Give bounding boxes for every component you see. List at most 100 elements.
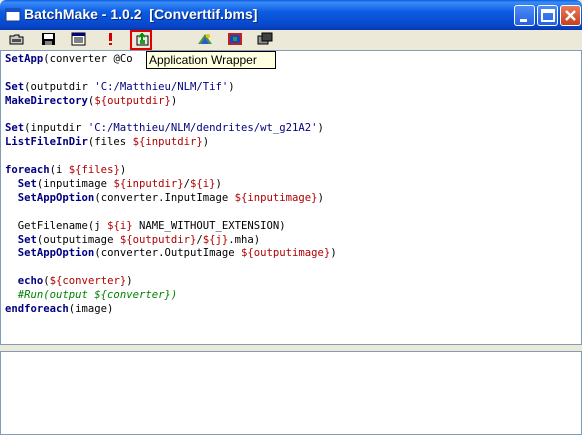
- code-token-var: ${inputdir}: [113, 178, 184, 191]
- code-token-kw: SetAppOption: [17, 191, 95, 204]
- output-text: [1, 352, 581, 356]
- code-token-var: ${i}: [190, 178, 216, 191]
- code-token-var: ${outputimage}: [241, 247, 331, 260]
- code-token-t: (outputdir: [24, 80, 95, 93]
- code-token-str: 'C:/Matthieu/NLM/dendrites/wt_g21A2': [87, 122, 318, 135]
- code-line: SetAppOption(converter.OutputImage ${out…: [5, 247, 337, 261]
- window-title: BatchMake - 1.0.2 [Converttif.bms]: [24, 6, 258, 22]
- code-line: ListFileInDir(files ${inputdir}): [5, 136, 337, 150]
- code-token-kw: Set: [5, 122, 25, 135]
- exclamation-icon: [109, 33, 112, 45]
- minimize-button[interactable]: [514, 5, 535, 26]
- title-bar[interactable]: BatchMake - 1.0.2 [Converttif.bms]: [0, 0, 582, 30]
- window-button[interactable]: [254, 31, 276, 49]
- code-token-t: ): [119, 164, 127, 177]
- open-folder-icon: [9, 34, 24, 45]
- code-token-t: [5, 234, 18, 246]
- script-wizard-button[interactable]: [68, 31, 90, 49]
- tooltip-application-wrapper: Application Wrapper: [146, 51, 276, 69]
- code-token-t: (i: [49, 164, 69, 177]
- code-token-t: [5, 178, 18, 190]
- code-token-t: (inputimage: [36, 178, 114, 191]
- application-wrapper-button[interactable]: [130, 30, 152, 50]
- code-token-t: [5, 275, 18, 287]
- code-token-var: ${inputdir}: [132, 136, 203, 149]
- code-token-cm: #Run(output ${converter}): [17, 289, 178, 302]
- output-panel[interactable]: [0, 351, 582, 435]
- code-token-t: ): [317, 191, 324, 204]
- window-icon: [257, 32, 273, 45]
- code-token-var: ${files}: [68, 164, 120, 177]
- code-token-kw: foreach: [5, 164, 50, 177]
- code-line: GetFilename(j ${i} NAME_WITHOUT_EXTENSIO…: [5, 220, 337, 234]
- code-token-t: (files: [87, 136, 133, 149]
- grid-button[interactable]: [224, 31, 246, 49]
- code-token-t: [5, 192, 18, 204]
- code-token-kw: SetApp: [5, 53, 44, 65]
- code-line: Set(outputimage ${outputdir}/${j}.mha): [5, 234, 337, 248]
- code-token-var: ${i}: [107, 219, 133, 232]
- code-token-var: ${j}: [202, 233, 229, 246]
- error-button[interactable]: [100, 31, 122, 49]
- code-token-var: ${outputdir}: [94, 94, 171, 107]
- grid-icon: [228, 33, 242, 45]
- code-token-t: (converter.OutputImage: [94, 247, 242, 260]
- code-token-t: ): [317, 122, 324, 135]
- code-token-kw: Set: [17, 178, 37, 191]
- code-line: Set(inputimage ${inputdir}/${i}): [5, 178, 337, 192]
- toolbar: [0, 30, 582, 50]
- code-token-t: ): [215, 178, 222, 191]
- save-disk-icon: [42, 33, 55, 45]
- minimize-icon: [520, 19, 527, 22]
- code-token-kw: Set: [17, 233, 37, 246]
- code-token-t: (image): [68, 303, 114, 316]
- code-token-t: ): [228, 80, 235, 93]
- code-token-t: (converter.InputImage: [94, 191, 235, 204]
- code-line: Set(outputdir 'C:/Matthieu/NLM/Tif'): [5, 81, 337, 95]
- code-line: Set(inputdir 'C:/Matthieu/NLM/dendrites/…: [5, 122, 337, 136]
- condor-button[interactable]: [194, 31, 216, 49]
- code-line: SetAppOption(converter.InputImage ${inpu…: [5, 192, 337, 206]
- condor-icon: [198, 34, 212, 44]
- script-code[interactable]: SetApp(converter @Co Set(outputdir 'C:/M…: [5, 53, 337, 317]
- code-line: MakeDirectory(${outputdir}): [5, 95, 337, 109]
- code-token-t: ): [126, 275, 133, 288]
- code-token-t: .mha): [228, 233, 261, 246]
- application-wrapper-icon: [136, 33, 149, 46]
- code-token-kw: endforeach: [5, 303, 69, 316]
- code-line: foreach(i ${files}): [5, 164, 337, 178]
- close-button[interactable]: [560, 5, 581, 26]
- code-line: echo(${converter}): [5, 275, 337, 289]
- code-token-var: ${inputimage}: [234, 191, 318, 204]
- code-token-t: (converter @Co: [43, 53, 133, 65]
- code-line: endforeach(image): [5, 303, 337, 317]
- app-icon: [5, 8, 21, 22]
- close-icon: [565, 10, 576, 21]
- code-token-t: (inputdir: [24, 122, 88, 135]
- code-token-t: [5, 247, 18, 259]
- script-editor[interactable]: SetApp(converter @Co Set(outputdir 'C:/M…: [0, 50, 582, 345]
- maximize-icon: [541, 9, 555, 22]
- code-token-kw: ListFileInDir: [5, 136, 88, 149]
- code-token-t: ): [202, 136, 210, 149]
- open-button[interactable]: [6, 31, 28, 49]
- code-token-t: (outputimage: [36, 233, 120, 246]
- code-token-t: [5, 289, 18, 301]
- code-line: #Run(output ${converter}): [5, 289, 337, 303]
- code-token-str: 'C:/Matthieu/NLM/Tif': [94, 80, 229, 93]
- code-token-kw: echo: [17, 275, 44, 288]
- maximize-button[interactable]: [537, 5, 558, 26]
- code-token-var: ${converter}: [49, 275, 127, 288]
- script-wizard-icon: [71, 32, 86, 46]
- code-token-kw: SetAppOption: [17, 247, 95, 260]
- save-button[interactable]: [38, 31, 60, 49]
- code-token-t: NAME_WITHOUT_EXTENSION): [132, 219, 286, 232]
- code-token-var: ${outputdir}: [119, 233, 197, 246]
- code-token-t: ): [170, 94, 178, 107]
- code-token-kw: MakeDirectory: [5, 94, 88, 107]
- code-token-t: GetFilename(j: [5, 219, 108, 232]
